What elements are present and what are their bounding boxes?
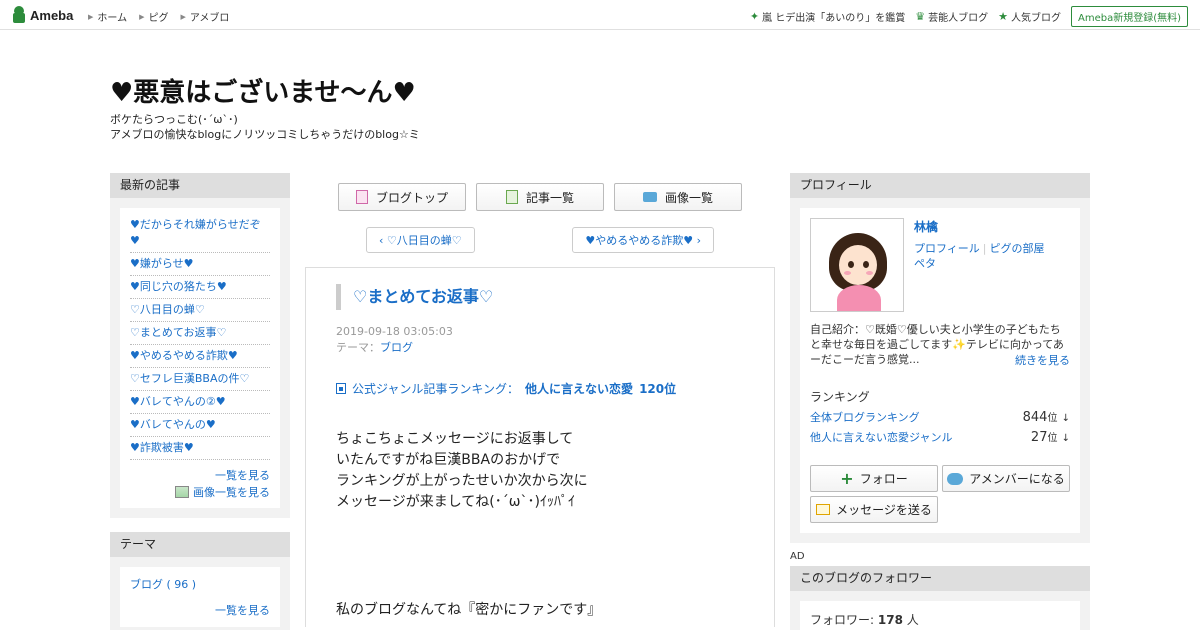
recent-posts-box: 最新の記事 ♥だからそれ嫌がらせだぞ♥ ♥嫌がらせ♥ ♥同じ穴の狢たち♥ ♡八日…: [110, 173, 290, 518]
header-links: ✦ 嵐 ヒデ出演「あいのり」を鑑賞 ♛ 芸能人ブログ ★ 人気ブログ Ameba新規登…: [750, 6, 1188, 27]
followers-heading: このブログのフォロワー: [790, 566, 1090, 591]
blog-tabs: ブログトップ 記事一覧 画像一覧: [305, 183, 775, 211]
article-title[interactable]: ♡まとめてお返事♡: [336, 284, 746, 310]
header-link-celebrity-blog[interactable]: ♛ 芸能人ブログ: [915, 9, 988, 24]
global-header: Ameba ▶ ホーム ▶ ピグ ▶ アメブロ ✦ 嵐 ヒデ出演「あいのり」を鑑賞 ♛ 芸…: [0, 0, 1200, 30]
register-button[interactable]: Ameba新規登録(無料): [1070, 6, 1188, 27]
recent-post-item[interactable]: ♥バレてやんの♥: [130, 414, 270, 437]
chevron-right-icon: ›: [693, 233, 701, 247]
sparkle-icon: ✦: [749, 10, 760, 23]
chevron-right-icon: ▶: [88, 12, 94, 21]
ameba-logo[interactable]: Ameba: [12, 6, 73, 24]
theme-heading: テーマ: [110, 532, 290, 557]
recent-posts-list: ♥だからそれ嫌がらせだぞ♥ ♥嫌がらせ♥ ♥同じ穴の狢たち♥ ♡八日目の蝉♡ ♡…: [130, 214, 270, 460]
blog-desc-line: ボケたらつっこむ(･´ω`･): [110, 113, 238, 126]
article-body-continued: 私のブログなんてね『密かにファンです』: [336, 602, 602, 618]
blog-description: ボケたらつっこむ(･´ω`･) アメブロの愉快なblogにノリツッコミしちゃうだ…: [110, 112, 420, 142]
theme-box: テーマ ブログ ( 96 ) 一覧を見る: [110, 532, 290, 630]
left-sidebar: 最新の記事 ♥だからそれ嫌がらせだぞ♥ ♥嫌がらせ♥ ♥同じ穴の狢たち♥ ♡八日…: [110, 173, 290, 630]
nav-ameblo[interactable]: ▶ アメブロ: [180, 9, 229, 25]
send-message-button[interactable]: メッセージを送る: [810, 496, 938, 523]
recent-post-item[interactable]: ♥だからそれ嫌がらせだぞ♥: [130, 214, 270, 253]
recent-post-item[interactable]: ♡セフレ巨漢BBAの件♡: [130, 368, 270, 391]
header-link-popular-blog[interactable]: ★ 人気ブログ: [998, 9, 1061, 24]
article-body: ちょこちょこメッセージにお返事して いたんですがね巨漢BBAのおかげで ランキン…: [336, 431, 588, 510]
theme-inner: ブログ ( 96 ) 一覧を見る: [120, 567, 280, 627]
blog-title[interactable]: ♥悪意はございませ～ん♥: [110, 72, 416, 109]
list-more-link[interactable]: 一覧を見る: [130, 468, 270, 484]
recent-post-item[interactable]: ♥詐欺被害♥: [130, 437, 270, 460]
image-list-more-link[interactable]: 画像一覧を見る: [130, 484, 270, 500]
article-theme-link[interactable]: ブログ: [380, 341, 413, 354]
pig-room-link[interactable]: ピグの部屋: [990, 242, 1045, 255]
ameba-logo-icon: [12, 6, 26, 24]
amember-button[interactable]: アメンバーになる: [942, 465, 1070, 492]
followers-inner: フォロワー: 178 人: [800, 601, 1080, 630]
amember-icon: [947, 472, 964, 485]
tab-article-list[interactable]: 記事一覧: [476, 183, 604, 211]
overall-ranking-link[interactable]: 全体ブログランキング: [810, 409, 920, 425]
profile-heading: プロフィール: [790, 173, 1090, 198]
rank-row-genre: 他人に言えない恋愛ジャンル 27位 ↓: [810, 429, 1070, 445]
nav-home[interactable]: ▶ ホーム: [88, 9, 127, 25]
recent-post-item[interactable]: ♡まとめてお返事♡: [130, 322, 270, 345]
article-pager: ‹ ♡八日目の蝉♡ ♥やめるやめる詐欺♥ ›: [366, 227, 714, 253]
mail-icon: [816, 504, 831, 515]
down-arrow-icon: ↓: [1061, 413, 1070, 424]
genre-rank-value: 27位 ↓: [1030, 430, 1070, 445]
global-nav: ▶ ホーム ▶ ピグ ▶ アメブロ: [88, 9, 229, 25]
recent-post-item[interactable]: ♥バレてやんの②♥: [130, 391, 270, 414]
star-icon: ★: [998, 10, 1008, 23]
recent-post-item[interactable]: ♥嫌がらせ♥: [130, 253, 270, 276]
profile-link[interactable]: プロフィール: [914, 242, 980, 255]
avatar[interactable]: [810, 218, 904, 312]
chevron-right-icon: ▶: [139, 12, 145, 21]
nav-pig[interactable]: ▶ ピグ: [139, 9, 168, 25]
profile-name[interactable]: 林檎: [914, 218, 1045, 235]
followers-box: このブログのフォロワー フォロワー: 178 人: [790, 566, 1090, 630]
prev-article-button[interactable]: ‹ ♡八日目の蝉♡: [366, 227, 475, 253]
chevron-left-icon: ‹: [379, 233, 387, 247]
ranking-heading: ランキング: [810, 390, 870, 404]
camera-icon: [642, 192, 657, 202]
logo-text: Ameba: [30, 7, 74, 23]
recent-post-item[interactable]: ♥同じ穴の狢たち♥: [130, 276, 270, 299]
down-arrow-icon: ↓: [1061, 433, 1070, 444]
article-theme: テーマ：ブログ: [336, 341, 413, 354]
profile-box: プロフィール 林檎 プロフィール | ピグの部屋 ペタ 自己紹介：♡既婚♡優しい夫: [790, 173, 1090, 543]
right-sidebar: プロフィール 林檎 プロフィール | ピグの部屋 ペタ 自己紹介：♡既婚♡優しい夫: [790, 173, 1090, 630]
recent-post-item[interactable]: ♥やめるやめる詐欺♥: [130, 345, 270, 368]
article: ♡まとめてお返事♡ 2019-09-18 03:05:03 テーマ：ブログ 公式…: [305, 267, 775, 627]
plus-icon: +: [840, 469, 854, 488]
ad-label: AD: [790, 551, 805, 562]
recent-posts-heading: 最新の記事: [110, 173, 290, 198]
article-date: 2019-09-18 03:05:03: [336, 325, 453, 338]
image-icon: [175, 486, 189, 498]
ranking-icon: [336, 383, 346, 394]
genre-ranking-link[interactable]: 他人に言えない恋愛ジャンル: [810, 429, 952, 445]
blog-desc-line: アメブロの愉快なblogにノリツッコミしちゃうだけのblog☆ミ: [110, 128, 420, 141]
overall-rank-value: 844位 ↓: [1022, 410, 1070, 425]
theme-more-link[interactable]: 一覧を見る: [130, 603, 270, 619]
profile-links: プロフィール | ピグの部屋 ペタ: [914, 242, 1045, 270]
follow-button[interactable]: + フォロー: [810, 465, 938, 492]
profile-inner: 林檎 プロフィール | ピグの部屋 ペタ 自己紹介：♡既婚♡優しい夫と小学生の子ども…: [800, 208, 1080, 533]
main-content: ブログトップ 記事一覧 画像一覧 ‹ ♡八日目の蝉♡ ♥やめるやめる詐欺♥ › …: [305, 173, 775, 627]
crown-icon: ♛: [915, 10, 926, 23]
document-icon: [355, 190, 368, 204]
follower-count[interactable]: フォロワー: 178 人: [810, 611, 1070, 628]
tab-blog-top[interactable]: ブログトップ: [338, 183, 466, 211]
list-icon: [505, 190, 518, 204]
header-link-feature[interactable]: ✦ 嵐 ヒデ出演「あいのり」を鑑賞: [750, 9, 905, 24]
recent-post-item[interactable]: ♡八日目の蝉♡: [130, 299, 270, 322]
rank-row-overall: 全体ブログランキング 844位 ↓: [810, 409, 1070, 425]
peta-link[interactable]: ペタ: [914, 257, 936, 270]
chevron-right-icon: ▶: [180, 12, 186, 21]
recent-posts-inner: ♥だからそれ嫌がらせだぞ♥ ♥嫌がらせ♥ ♥同じ穴の狢たち♥ ♡八日目の蝉♡ ♡…: [120, 208, 280, 508]
next-article-button[interactable]: ♥やめるやめる詐欺♥ ›: [572, 227, 714, 253]
theme-item-blog[interactable]: ブログ ( 96 ): [130, 573, 270, 595]
genre-ranking[interactable]: 公式ジャンル記事ランキング： 他人に言えない恋愛 120位: [336, 380, 746, 397]
tab-image-list[interactable]: 画像一覧: [614, 183, 742, 211]
